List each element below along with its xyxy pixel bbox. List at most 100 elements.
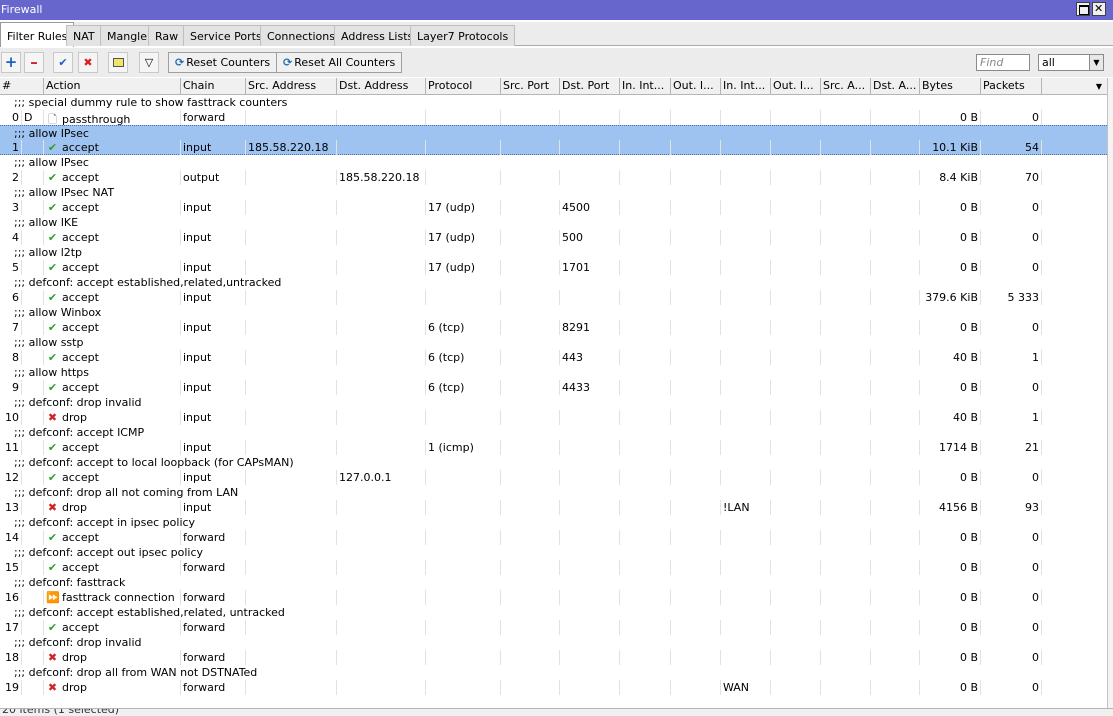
table-row[interactable]: 5 ✔ accept input 17 (udp) 1701 0 B0 <box>0 260 1107 275</box>
col-header-in-interface-list[interactable]: In. Int... <box>721 78 771 95</box>
disable-icon[interactable]: ✖ <box>78 52 98 73</box>
col-header-out-interface[interactable]: Out. I... <box>671 78 721 95</box>
reset-counters-button[interactable]: ⟳ Reset Counters <box>168 52 278 73</box>
col-header-protocol[interactable]: Protocol <box>426 78 501 95</box>
rule-comment-row[interactable]: ;;; defconf: drop invalid <box>0 395 1107 410</box>
rule-comment-row[interactable]: ;;; defconf: drop all from WAN not DSTNA… <box>0 665 1107 680</box>
table-row[interactable]: 7 ✔ accept input 6 (tcp) 8291 0 B0 <box>0 320 1107 335</box>
rule-comment-row[interactable]: ;;; defconf: accept established,related,… <box>0 605 1107 620</box>
rule-comment: ;;; defconf: drop invalid <box>14 636 142 649</box>
table-row[interactable]: 3 ✔ accept input 17 (udp) 4500 0 B0 <box>0 200 1107 215</box>
tab-layer7-protocols[interactable]: Layer7 Protocols <box>410 25 516 46</box>
col-header-action[interactable]: Action <box>44 78 181 95</box>
cell-out-interface <box>671 380 721 395</box>
col-header-src-address[interactable]: Src. Address <box>246 78 337 95</box>
tab-connections[interactable]: Connections <box>260 25 342 46</box>
cell-in-interface-list <box>721 140 771 155</box>
find-input[interactable]: Find <box>976 54 1030 71</box>
table-row[interactable]: 15 ✔ accept forward 0 B0 <box>0 560 1107 575</box>
filter-icon[interactable]: ▽ <box>139 52 159 73</box>
col-header-bytes[interactable]: Bytes <box>920 78 981 95</box>
rule-comment-row[interactable]: ;;; allow IPsec <box>0 125 1107 140</box>
cell-action: ✔ accept <box>44 560 181 575</box>
rule-comment-row[interactable]: ;;; allow IPsec <box>0 155 1107 170</box>
cell-number: 14 <box>0 530 22 545</box>
table-row[interactable]: 2 ✔ accept output 185.58.220.18 8.4 KiB 70 <box>0 170 1107 185</box>
rule-comment-row[interactable]: ;;; defconf: accept established,related,… <box>0 275 1107 290</box>
col-header-dst-port[interactable]: Dst. Port <box>560 78 620 95</box>
rule-comment-row[interactable]: ;;; allow Winbox <box>0 305 1107 320</box>
cell-src-port <box>501 170 560 185</box>
rule-comment-row[interactable]: ;;; allow l2tp <box>0 245 1107 260</box>
restore-window-button[interactable] <box>1076 2 1090 16</box>
col-header-chain[interactable]: Chain <box>181 78 246 95</box>
table-row[interactable]: 16 ⏩ fasttrack connection forward 0 B0 <box>0 590 1107 605</box>
col-header-packets[interactable]: Packets <box>981 78 1042 95</box>
reset-all-counters-button[interactable]: ⟳ Reset All Counters <box>276 52 403 73</box>
cell-number: 5 <box>0 260 22 275</box>
cell-dst-port <box>560 110 620 125</box>
accept-check-icon: ✔ <box>47 321 58 334</box>
table-row[interactable]: 17 ✔ accept forward 0 B0 <box>0 620 1107 635</box>
rule-comment: ;;; defconf: accept established,related,… <box>14 276 282 289</box>
table-row[interactable]: 12 ✔ accept input 127.0.0.1 0 B0 <box>0 470 1107 485</box>
table-row[interactable]: 13 ✖ drop input !LAN 4156 B 93 <box>0 500 1107 515</box>
col-header-dst-address[interactable]: Dst. Address <box>337 78 426 95</box>
tab-nat[interactable]: NAT <box>66 25 102 46</box>
tab-raw[interactable]: Raw <box>148 25 186 46</box>
col-header-number[interactable]: # <box>0 78 44 95</box>
cell-out-interface <box>671 650 721 665</box>
tab-mangle[interactable]: Mangle <box>100 25 155 46</box>
col-header-src-address-list[interactable]: Src. A... <box>821 78 871 95</box>
table-row[interactable]: 9 ✔ accept input 6 (tcp) 4433 0 B0 <box>0 380 1107 395</box>
rule-comment: ;;; defconf: drop all not coming from LA… <box>14 486 239 499</box>
table-row[interactable]: 4 ✔ accept input 17 (udp) 500 0 B0 <box>0 230 1107 245</box>
table-row[interactable]: 18 ✖ drop forward 0 B0 <box>0 650 1107 665</box>
rule-comment-row[interactable]: ;;; allow https <box>0 365 1107 380</box>
cell-out-interface <box>671 560 721 575</box>
cell-number: 16 <box>0 590 22 605</box>
column-menu-icon[interactable]: ▼ <box>1091 78 1107 95</box>
cell-number: 2 <box>0 170 22 185</box>
cell-dst-address-list <box>871 410 920 425</box>
table-row[interactable]: 1 ✔ accept input 185.58.220.18 10.1 KiB 54 <box>0 140 1107 155</box>
col-header-out-interface-list[interactable]: Out. I... <box>771 78 821 95</box>
rule-comment-row[interactable]: ;;; defconf: drop all not coming from LA… <box>0 485 1107 500</box>
tab-address-lists[interactable]: Address Lists <box>334 25 421 46</box>
table-row[interactable]: 8 ✔ accept input 6 (tcp) 443 40 B1 <box>0 350 1107 365</box>
table-row[interactable]: 6 ✔ accept input 379.6 KiB 5 333 <box>0 290 1107 305</box>
remove-icon[interactable]: – <box>24 52 44 73</box>
action-label: drop <box>62 651 87 664</box>
col-header-dst-address-list[interactable]: Dst. A... <box>871 78 920 95</box>
filter-select[interactable]: all ▼ <box>1038 54 1104 71</box>
rule-comment-row[interactable]: ;;; defconf: drop invalid <box>0 635 1107 650</box>
table-row[interactable]: 0 D 🗋 passthrough forward 0 B0 <box>0 110 1107 125</box>
rule-comment-row[interactable]: ;;; special dummy rule to show fasttrack… <box>0 95 1107 110</box>
rule-comment-row[interactable]: ;;; allow IKE <box>0 215 1107 230</box>
enable-icon[interactable]: ✔ <box>53 52 73 73</box>
table-row[interactable]: 10 ✖ drop input 40 B1 <box>0 410 1107 425</box>
rule-comment-row[interactable]: ;;; allow IPsec NAT <box>0 185 1107 200</box>
rule-comment-row[interactable]: ;;; defconf: fasttrack <box>0 575 1107 590</box>
table-row[interactable]: 14 ✔ accept forward 0 B0 <box>0 530 1107 545</box>
tab-service-ports[interactable]: Service Ports <box>183 25 269 46</box>
comment-icon[interactable] <box>108 52 128 73</box>
table-row[interactable]: 11 ✔ accept input 1 (icmp) 1714 B 21 <box>0 440 1107 455</box>
cell-in-interface-list <box>721 380 771 395</box>
col-header-in-interface[interactable]: In. Int... <box>620 78 671 95</box>
col-header-src-port[interactable]: Src. Port <box>501 78 560 95</box>
table-row[interactable]: 19 ✖ drop forward WAN 0 B0 <box>0 680 1107 695</box>
rule-comment-row[interactable]: ;;; defconf: accept to local loopback (f… <box>0 455 1107 470</box>
cell-dst-address-list <box>871 260 920 275</box>
rule-comment-row[interactable]: ;;; defconf: accept in ipsec policy <box>0 515 1107 530</box>
cell-bytes: 10.1 KiB <box>920 140 981 155</box>
cell-src-port <box>501 530 560 545</box>
close-window-button[interactable] <box>1092 2 1106 16</box>
rule-comment-row[interactable]: ;;; allow sstp <box>0 335 1107 350</box>
tab-filter-rules[interactable]: Filter Rules <box>0 22 75 47</box>
add-icon[interactable]: + <box>1 52 21 73</box>
rule-comment-row[interactable]: ;;; defconf: accept out ipsec policy <box>0 545 1107 560</box>
cell-number: 17 <box>0 620 22 635</box>
cell-src-address-list <box>821 170 871 185</box>
rule-comment-row[interactable]: ;;; defconf: accept ICMP <box>0 425 1107 440</box>
